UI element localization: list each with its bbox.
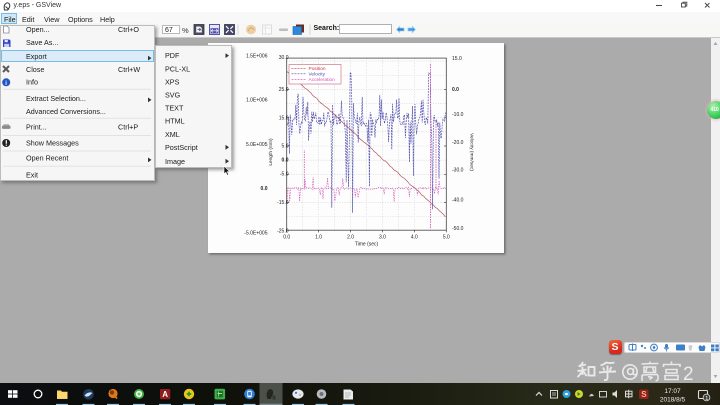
svg-text:Time (sec): Time (sec) xyxy=(355,241,379,247)
svg-text:4.0: 4.0 xyxy=(411,234,418,240)
svg-text:2: 2 xyxy=(683,364,694,383)
svg-text:0.0: 0.0 xyxy=(283,234,290,240)
svg-text:Close: Close xyxy=(26,65,44,74)
svg-text:Extract Selection...: Extract Selection... xyxy=(26,93,86,102)
svg-text:Ctrl+O: Ctrl+O xyxy=(118,25,139,34)
svg-text:-50.0: -50.0 xyxy=(452,226,464,232)
svg-text:PCL-XL: PCL-XL xyxy=(165,64,190,73)
svg-text:HTML: HTML xyxy=(165,117,185,126)
svg-text:-10.0: -10.0 xyxy=(452,112,464,118)
svg-text:17:07: 17:07 xyxy=(664,388,681,395)
svg-text:Print...: Print... xyxy=(26,122,47,131)
svg-text:1: 1 xyxy=(705,395,708,401)
svg-text:-15.0: -15.0 xyxy=(277,200,289,206)
svg-text:0.0: 0.0 xyxy=(261,186,268,192)
svg-text:PDF: PDF xyxy=(165,51,180,60)
svg-text:5.0: 5.0 xyxy=(282,144,289,150)
svg-text:-20.0: -20.0 xyxy=(452,140,464,146)
svg-text:1.0: 1.0 xyxy=(315,234,322,240)
svg-text:Info: Info xyxy=(26,77,38,86)
svg-text:PostScript: PostScript xyxy=(165,143,198,152)
svg-text:TEXT: TEXT xyxy=(165,104,184,113)
svg-text:s: s xyxy=(272,394,276,401)
svg-text:Open...: Open... xyxy=(26,25,50,34)
svg-text:Ctrl+P: Ctrl+P xyxy=(118,122,138,131)
svg-text:5.0E+005: 5.0E+005 xyxy=(246,142,268,148)
svg-text:-30.0: -30.0 xyxy=(452,168,464,174)
svg-text:XPS: XPS xyxy=(165,77,180,86)
svg-text:Show Messages: Show Messages xyxy=(26,138,79,147)
svg-text:3.0: 3.0 xyxy=(379,234,386,240)
svg-text:25.0: 25.0 xyxy=(279,87,289,93)
svg-text:Open Recent: Open Recent xyxy=(26,153,68,162)
svg-text:Save As...: Save As... xyxy=(26,37,58,46)
svg-text:2018/8/5: 2018/8/5 xyxy=(660,396,686,403)
svg-text:Exit: Exit xyxy=(26,170,38,179)
svg-text:Advanced Conversions...: Advanced Conversions... xyxy=(26,107,106,116)
svg-text:2.0: 2.0 xyxy=(347,234,354,240)
svg-text:1.0E+006: 1.0E+006 xyxy=(246,98,268,104)
svg-text:Image: Image xyxy=(165,157,185,166)
svg-text:A: A xyxy=(162,390,168,399)
svg-text:Velocity (mm/sec): Velocity (mm/sec) xyxy=(469,133,475,171)
svg-text:SVG: SVG xyxy=(165,91,181,100)
svg-text:5.0: 5.0 xyxy=(443,234,450,240)
svg-text:Acceleration: Acceleration xyxy=(309,77,336,83)
svg-text:Velocity: Velocity xyxy=(309,72,326,78)
svg-text:30.0: 30.0 xyxy=(279,55,289,61)
svg-text:-40.0: -40.0 xyxy=(452,197,464,203)
svg-text:Length (mm): Length (mm) xyxy=(268,138,274,166)
svg-text:15.0: 15.0 xyxy=(279,115,289,121)
svg-text:1.5E+006: 1.5E+006 xyxy=(246,54,268,60)
svg-text:Ctrl+W: Ctrl+W xyxy=(118,65,140,74)
svg-text:-5.0: -5.0 xyxy=(280,172,289,178)
svg-text:XML: XML xyxy=(165,130,180,139)
svg-text:0.0: 0.0 xyxy=(282,158,289,164)
svg-text:15.0: 15.0 xyxy=(452,56,462,62)
svg-text:-5.0E+005: -5.0E+005 xyxy=(244,230,267,236)
svg-text:Export: Export xyxy=(26,51,47,60)
svg-text:S: S xyxy=(641,390,647,399)
svg-text:Position: Position xyxy=(309,66,326,72)
svg-text:0.0: 0.0 xyxy=(452,87,459,93)
